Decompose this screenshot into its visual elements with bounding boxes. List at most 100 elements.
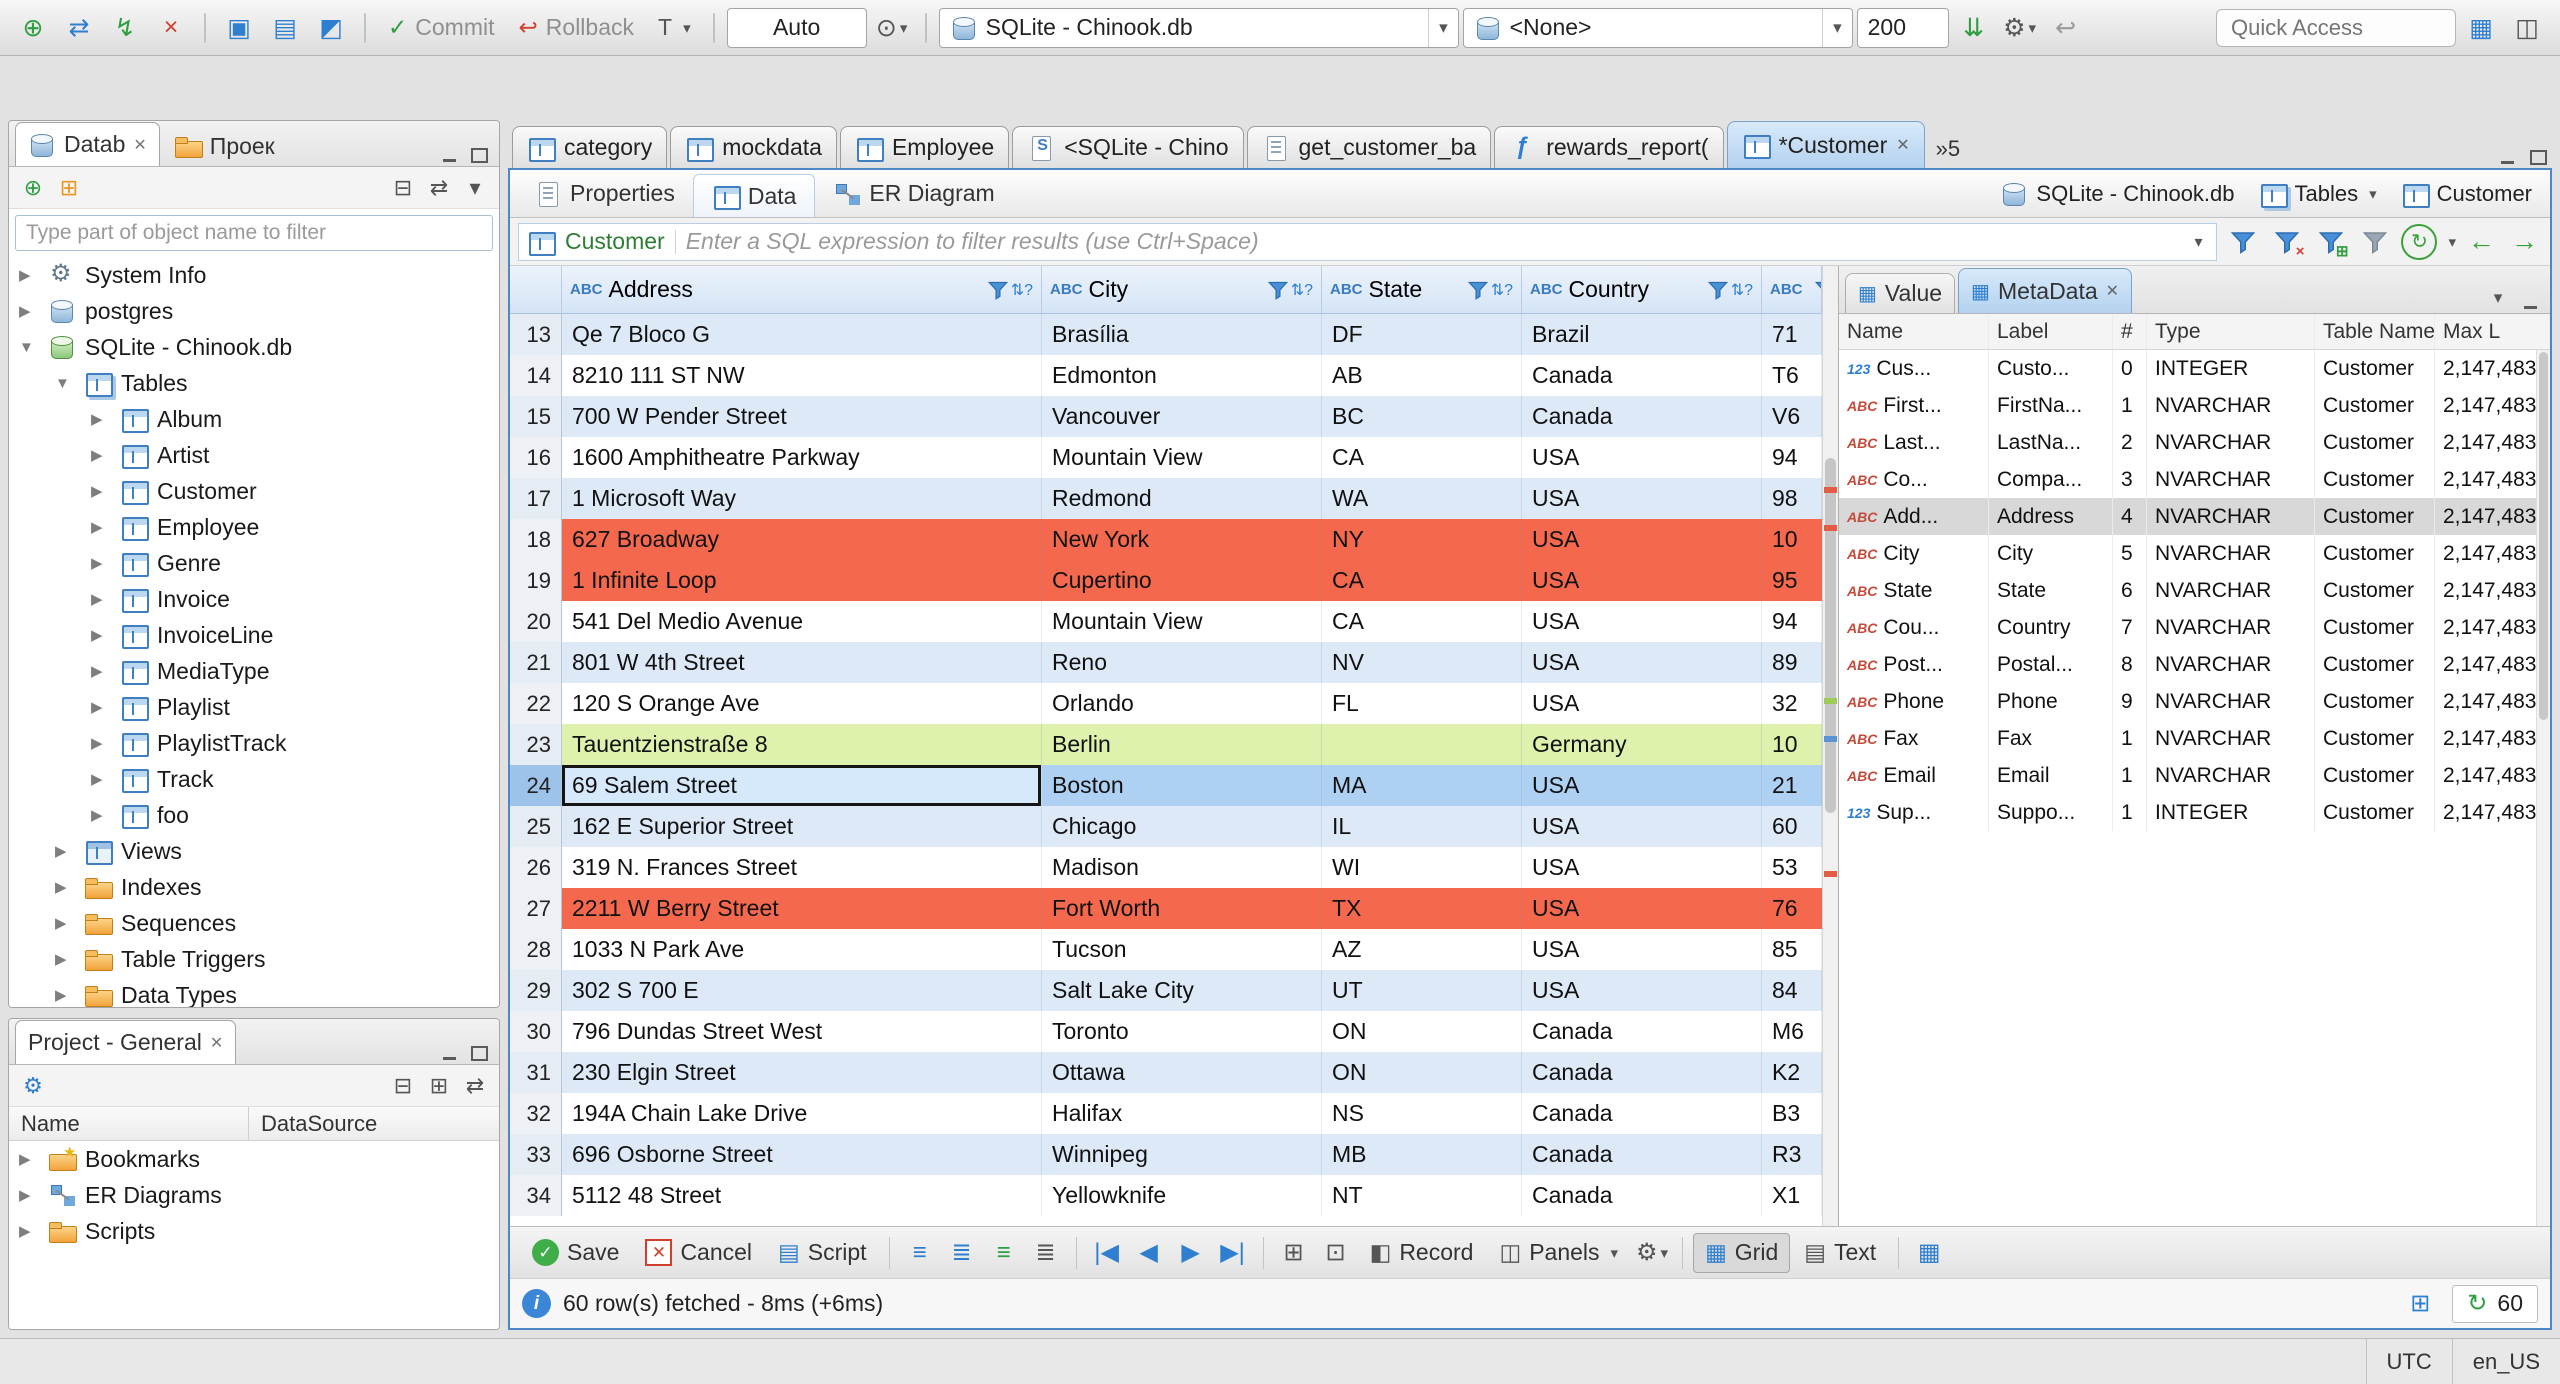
cell-address[interactable]: 801 W 4th Street: [562, 642, 1042, 683]
cell-city[interactable]: Yellowknife: [1042, 1175, 1322, 1216]
row-number[interactable]: 15: [510, 396, 562, 437]
close-icon[interactable]: ✕: [210, 1033, 223, 1053]
row-number[interactable]: 25: [510, 806, 562, 847]
next-result-icon[interactable]: →: [2507, 226, 2542, 257]
table-row[interactable]: 33 696 Osborne Street Winnipeg MB Canada…: [510, 1134, 1822, 1175]
new-connection-icon[interactable]: ⊕: [12, 7, 54, 49]
cell-country[interactable]: USA: [1522, 970, 1762, 1011]
expand-arrow-icon[interactable]: ▶: [91, 410, 111, 428]
cell-address[interactable]: 69 Salem Street: [562, 765, 1042, 806]
expand-arrow-icon[interactable]: ▶: [19, 1186, 39, 1204]
panel-menu-caret[interactable]: ▾: [2483, 283, 2513, 313]
tab-value[interactable]: ▦ Value: [1845, 273, 1956, 313]
project-settings-icon[interactable]: ⚙: [15, 1068, 51, 1104]
remove-filter-icon[interactable]: ×: [2269, 224, 2305, 260]
tree-item[interactable]: ▶ PlaylistTrack: [9, 725, 499, 761]
project-item[interactable]: ▶ ER Diagrams: [9, 1177, 499, 1213]
metadata-row[interactable]: ABC Co... Compa... 3 NVARCHAR Customer 2,…: [1839, 461, 2550, 498]
save-filter-icon[interactable]: ⊞: [2313, 224, 2349, 260]
close-icon[interactable]: ✕: [1896, 135, 1909, 155]
row-number[interactable]: 28: [510, 929, 562, 970]
cell-city[interactable]: Brasília: [1042, 314, 1322, 355]
last-row-button[interactable]: ▶|: [1213, 1233, 1253, 1273]
metadata-row[interactable]: ABC Last... LastNa... 2 NVARCHAR Customer…: [1839, 424, 2550, 461]
fetch-next-page-icon[interactable]: ⇊: [1953, 7, 1995, 49]
cell-country[interactable]: USA: [1522, 478, 1762, 519]
connection-caret[interactable]: ▾: [1428, 8, 1448, 47]
cell-state[interactable]: WA: [1322, 478, 1522, 519]
result-settings-button[interactable]: ⚙ ▾: [1632, 1233, 1672, 1273]
column-header-type[interactable]: Type: [2147, 314, 2315, 349]
new-connection-icon[interactable]: ⊕: [15, 170, 51, 206]
cell-country[interactable]: USA: [1522, 601, 1762, 642]
expand-arrow-icon[interactable]: ▶: [55, 986, 75, 1004]
cell-postalcode[interactable]: 10: [1762, 724, 1822, 765]
cell-city[interactable]: Berlin: [1042, 724, 1322, 765]
cell-country[interactable]: Germany: [1522, 724, 1762, 765]
connect-icon[interactable]: ↯: [104, 7, 146, 49]
new-folder-icon[interactable]: ⊞: [51, 170, 87, 206]
cell-postalcode[interactable]: M6: [1762, 1011, 1822, 1052]
cell-state[interactable]: MA: [1322, 765, 1522, 806]
maximize-button[interactable]: [465, 142, 493, 166]
cell-address[interactable]: Tauentzienstraße 8: [562, 724, 1042, 765]
expand-arrow-icon[interactable]: ▶: [19, 266, 39, 284]
schema-select[interactable]: <None> ▾: [1462, 7, 1853, 48]
expand-arrow-icon[interactable]: ▶: [91, 734, 111, 752]
editor-tab[interactable]: get_customer_ba: [1246, 126, 1492, 168]
tree-item[interactable]: ▼ SQLite - Chinook.db: [9, 329, 499, 365]
tab-project-general[interactable]: Project - General ✕: [15, 1020, 237, 1064]
tree-item[interactable]: ▼ Tables: [9, 365, 499, 401]
copy-row-icon[interactable]: ≣: [942, 1233, 982, 1273]
rollback-button[interactable]: ↩ Rollback: [509, 7, 645, 49]
collapse-all-icon[interactable]: ⊟: [385, 170, 421, 206]
table-row[interactable]: 26 319 N. Frances Street Madison WI USA …: [510, 847, 1822, 888]
row-number[interactable]: 22: [510, 683, 562, 724]
transaction-log-button[interactable]: ⊙ ▾: [871, 7, 913, 49]
table-row[interactable]: 29 302 S 700 E Salt Lake City UT USA 84: [510, 970, 1822, 1011]
refresh-menu-caret[interactable]: ▾: [2448, 233, 2456, 251]
expand-arrow-icon[interactable]: ▶: [19, 1222, 39, 1240]
new-sql-editor-icon[interactable]: ◩: [310, 7, 352, 49]
column-header[interactable]: ABC Address ⇅?: [562, 266, 1042, 314]
metadata-row[interactable]: ABC Post... Postal... 8 NVARCHAR Customer…: [1839, 646, 2550, 683]
cell-address[interactable]: 1600 Amphitheatre Parkway: [562, 437, 1042, 478]
cell-address[interactable]: 1033 N Park Ave: [562, 929, 1042, 970]
maximize-button[interactable]: [2524, 144, 2552, 168]
cell-country[interactable]: Canada: [1522, 1052, 1762, 1093]
cell-state[interactable]: BC: [1322, 396, 1522, 437]
column-header[interactable]: ABC State ⇅?: [1322, 266, 1522, 314]
cell-state[interactable]: DF: [1322, 314, 1522, 355]
cell-address[interactable]: 1 Infinite Loop: [562, 560, 1042, 601]
cell-state[interactable]: UT: [1322, 970, 1522, 1011]
row-number[interactable]: 21: [510, 642, 562, 683]
editor-subtab[interactable]: Data: [692, 174, 816, 217]
cell-address[interactable]: 796 Dundas Street West: [562, 1011, 1042, 1052]
first-row-button[interactable]: |◀: [1087, 1233, 1127, 1273]
row-number[interactable]: 29: [510, 970, 562, 1011]
add-row-icon[interactable]: ≡: [900, 1233, 940, 1273]
cell-city[interactable]: Cupertino: [1042, 560, 1322, 601]
next-row-button[interactable]: ▶: [1171, 1233, 1211, 1273]
cell-address[interactable]: 627 Broadway: [562, 519, 1042, 560]
grid-corner-cell[interactable]: [510, 266, 562, 314]
commit-button[interactable]: ✓ Commit: [378, 7, 505, 49]
cell-state[interactable]: CA: [1322, 437, 1522, 478]
row-number[interactable]: 20: [510, 601, 562, 642]
toolbar-separator[interactable]: [364, 12, 366, 43]
cell-country[interactable]: USA: [1522, 560, 1762, 601]
cell-postalcode[interactable]: V6: [1762, 396, 1822, 437]
row-number[interactable]: 17: [510, 478, 562, 519]
table-row[interactable]: 17 1 Microsoft Way Redmond WA USA 98: [510, 478, 1822, 519]
cell-city[interactable]: Mountain View: [1042, 601, 1322, 642]
cell-state[interactable]: MB: [1322, 1134, 1522, 1175]
swap-panel-icon[interactable]: ⊞: [1274, 1233, 1314, 1273]
tree-item[interactable]: ▶ Views: [9, 833, 499, 869]
expand-arrow-icon[interactable]: ▶: [91, 518, 111, 536]
maximize-button[interactable]: [465, 1040, 493, 1064]
cell-address[interactable]: 319 N. Frances Street: [562, 847, 1042, 888]
toolbar-spacer[interactable]: [51, 1068, 385, 1104]
tree-item[interactable]: ▶ Customer: [9, 473, 499, 509]
expand-arrow-icon[interactable]: ▼: [19, 339, 39, 356]
editor-tab[interactable]: Employee: [839, 126, 1010, 168]
